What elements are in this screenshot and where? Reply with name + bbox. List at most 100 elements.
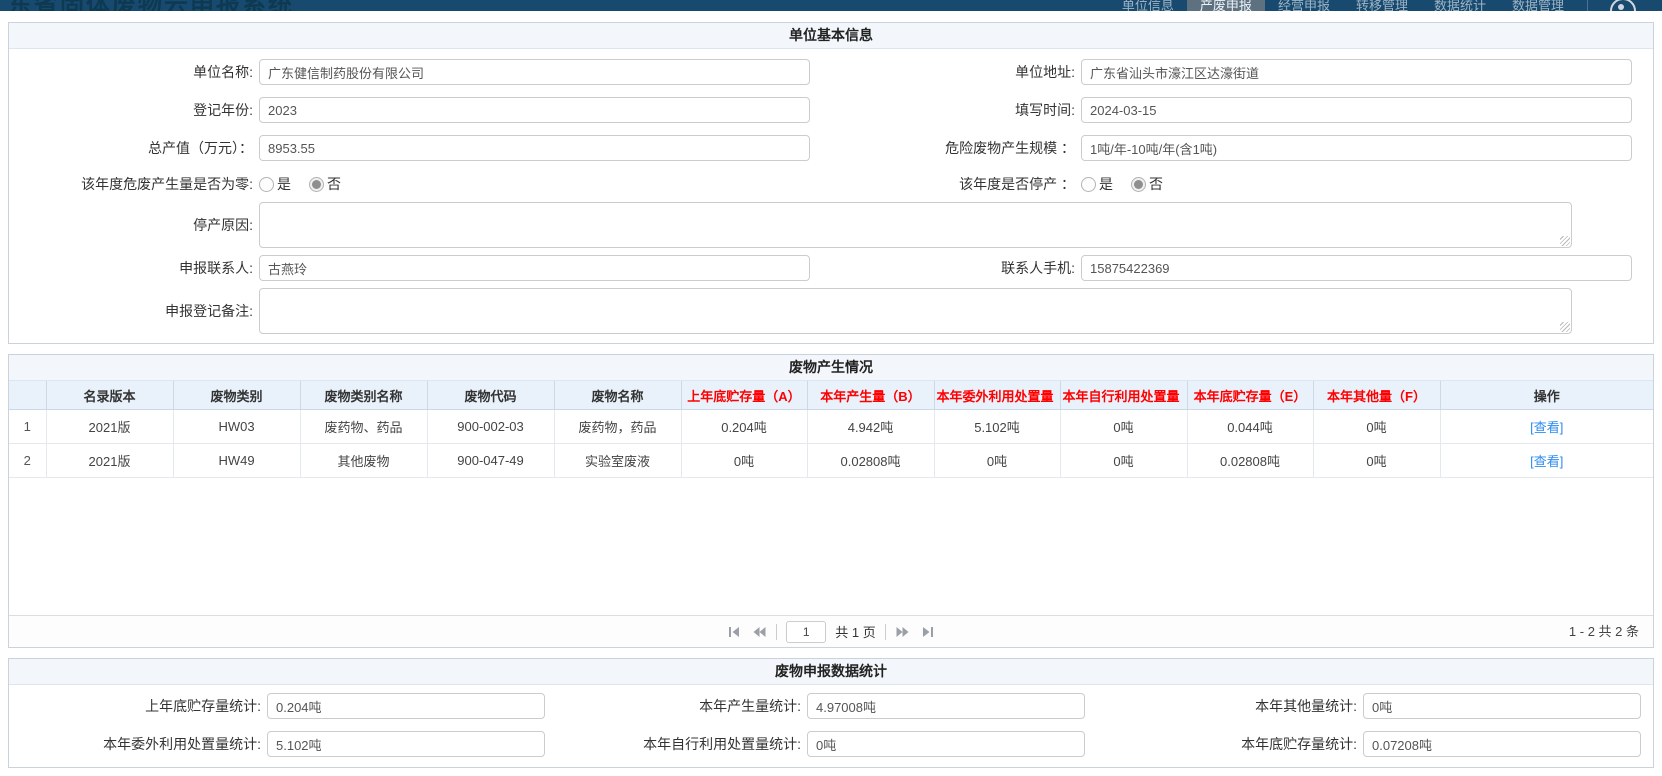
cell-other-amount: 0吨	[1313, 410, 1440, 444]
table-row: 2 2021版 HW49 其他废物 900-047-49 实验室废液 0吨 0.…	[9, 444, 1653, 478]
waste-generation-title: 废物产生情况	[9, 355, 1653, 381]
stat-self-disposal-label: 本年自行利用处置量统计:	[557, 734, 807, 754]
resize-grip-icon[interactable]	[1560, 236, 1570, 246]
stat-current-generated-label: 本年产生量统计:	[557, 696, 807, 716]
radio-no-label: 否	[1149, 174, 1163, 194]
table-row: 1 2021版 HW03 废药物、药品 900-002-03 废药物，药品 0.…	[9, 410, 1653, 444]
pagination-bar: 共 1 页 1 - 2 共 2 条	[9, 615, 1653, 647]
waste-generation-panel: 废物产生情况 名录版本 废物类别 废物类别名称 废物代码 废物名称 上年底贮存量…	[8, 354, 1654, 648]
declaration-stats-title: 废物申报数据统计	[9, 659, 1653, 685]
cell-current-generated: 4.942吨	[807, 410, 934, 444]
row-number: 2	[9, 444, 46, 478]
contact-person-label: 申报联系人:	[9, 258, 259, 278]
stat-outsourced-disposal-input[interactable]	[267, 731, 545, 757]
cell-waste-category: HW03	[173, 410, 300, 444]
last-page-icon[interactable]	[920, 624, 936, 640]
reg-year-input[interactable]	[259, 97, 810, 123]
stat-outsourced-disposal-label: 本年委外利用处置量统计:	[9, 734, 267, 754]
nav-tab-unit-info[interactable]: 单位信息	[1109, 0, 1187, 11]
cell-waste-name: 废药物，药品	[554, 410, 681, 444]
stop-production-radio-no[interactable]: 否	[1131, 174, 1163, 194]
stat-self-disposal-input[interactable]	[807, 731, 1085, 757]
user-avatar-icon[interactable]	[1610, 0, 1636, 11]
col-current-generated: 本年产生量（B）	[807, 381, 934, 410]
view-link[interactable]: [查看]	[1530, 420, 1563, 435]
radio-circle-icon	[259, 177, 274, 192]
total-output-input[interactable]	[259, 135, 810, 161]
col-last-year-storage: 上年底贮存量（A）	[681, 381, 807, 410]
stop-reason-textarea[interactable]	[259, 202, 1572, 248]
col-category-name: 废物类别名称	[300, 381, 427, 410]
stat-other-amount-label: 本年其他量统计:	[1097, 696, 1363, 716]
stat-last-year-storage-input[interactable]	[267, 693, 545, 719]
cell-last-year-storage: 0吨	[681, 444, 807, 478]
page-number-input[interactable]	[786, 621, 826, 643]
total-pages-label: 共 1 页	[835, 622, 875, 641]
hazard-scale-input[interactable]	[1081, 135, 1632, 161]
prev-page-icon[interactable]	[751, 624, 767, 640]
stat-yearend-storage-input[interactable]	[1363, 731, 1641, 757]
col-catalog-version: 名录版本	[46, 381, 173, 410]
radio-circle-icon	[1081, 177, 1096, 192]
unit-name-input[interactable]	[259, 59, 810, 85]
radio-circle-icon	[1131, 177, 1146, 192]
cell-last-year-storage: 0.204吨	[681, 410, 807, 444]
cell-category-name: 其他废物	[300, 444, 427, 478]
col-outsourced-disposal: 本年委外利用处置量（C）	[934, 381, 1060, 410]
zero-output-radio-no[interactable]: 否	[309, 174, 341, 194]
stop-production-label: 该年度是否停产 ：	[831, 174, 1081, 194]
first-page-icon[interactable]	[726, 624, 742, 640]
zero-output-label: 该年度危废产生量是否为零:	[9, 174, 259, 194]
unit-name-label: 单位名称:	[9, 62, 259, 82]
col-waste-category: 废物类别	[173, 381, 300, 410]
nav-tab-data-mgmt[interactable]: 数据管理	[1499, 0, 1577, 11]
contact-phone-input[interactable]	[1081, 255, 1632, 281]
col-self-disposal: 本年自行利用处置量（D）	[1060, 381, 1187, 410]
next-page-icon[interactable]	[895, 624, 911, 640]
cell-catalog-version: 2021版	[46, 410, 173, 444]
zero-output-radio-yes[interactable]: 是	[259, 174, 291, 194]
contact-person-input[interactable]	[259, 255, 810, 281]
stop-production-radio-yes[interactable]: 是	[1081, 174, 1113, 194]
pager-divider	[885, 624, 886, 640]
radio-no-label: 否	[327, 174, 341, 194]
col-yearend-storage: 本年底贮存量（E）	[1187, 381, 1313, 410]
app-header: 东省固体废物云申报系统 单位信息 产废申报 经营申报 转移管理 数据统计 数据管…	[0, 0, 1662, 11]
col-other-amount: 本年其他量（F）	[1313, 381, 1440, 410]
stat-other-amount-input[interactable]	[1363, 693, 1641, 719]
reg-year-label: 登记年份:	[9, 100, 259, 120]
unit-address-label: 单位地址:	[831, 62, 1081, 82]
waste-table: 名录版本 废物类别 废物类别名称 废物代码 废物名称 上年底贮存量（A） 本年产…	[9, 381, 1653, 615]
stat-current-generated-input[interactable]	[807, 693, 1085, 719]
col-operation: 操作	[1440, 381, 1653, 410]
nav-tab-operation-declare[interactable]: 经营申报	[1265, 0, 1343, 11]
view-link[interactable]: [查看]	[1530, 454, 1563, 469]
remark-textarea[interactable]	[259, 288, 1572, 334]
remark-label: 申报登记备注:	[9, 301, 259, 321]
nav-divider	[1587, 0, 1588, 11]
contact-phone-label: 联系人手机:	[831, 258, 1081, 278]
col-rownum	[9, 381, 46, 410]
cell-category-name: 废药物、药品	[300, 410, 427, 444]
radio-yes-label: 是	[1099, 174, 1113, 194]
nav-tab-waste-declare[interactable]: 产废申报	[1187, 0, 1265, 11]
stop-reason-label: 停产原因:	[9, 215, 259, 235]
row-number: 1	[9, 410, 46, 444]
cell-waste-code: 900-047-49	[427, 444, 554, 478]
fill-time-label: 填写时间:	[831, 100, 1081, 120]
radio-circle-icon	[309, 177, 324, 192]
unit-address-input[interactable]	[1081, 59, 1632, 85]
stat-yearend-storage-label: 本年底贮存量统计:	[1097, 734, 1363, 754]
cell-waste-category: HW49	[173, 444, 300, 478]
pager-range-info: 1 - 2 共 2 条	[1569, 616, 1639, 647]
hazard-scale-label: 危险废物产生规模 ：	[831, 138, 1081, 158]
total-output-label: 总产值（万元）：	[9, 138, 259, 158]
nav-tab-data-stats[interactable]: 数据统计	[1421, 0, 1499, 11]
radio-yes-label: 是	[277, 174, 291, 194]
cell-waste-name: 实验室废液	[554, 444, 681, 478]
top-navigation: 单位信息 产废申报 经营申报 转移管理 数据统计 数据管理	[1109, 0, 1598, 11]
table-header-row: 名录版本 废物类别 废物类别名称 废物代码 废物名称 上年底贮存量（A） 本年产…	[9, 381, 1653, 410]
resize-grip-icon[interactable]	[1560, 322, 1570, 332]
fill-time-input[interactable]	[1081, 97, 1632, 123]
nav-tab-transfer-mgmt[interactable]: 转移管理	[1343, 0, 1421, 11]
